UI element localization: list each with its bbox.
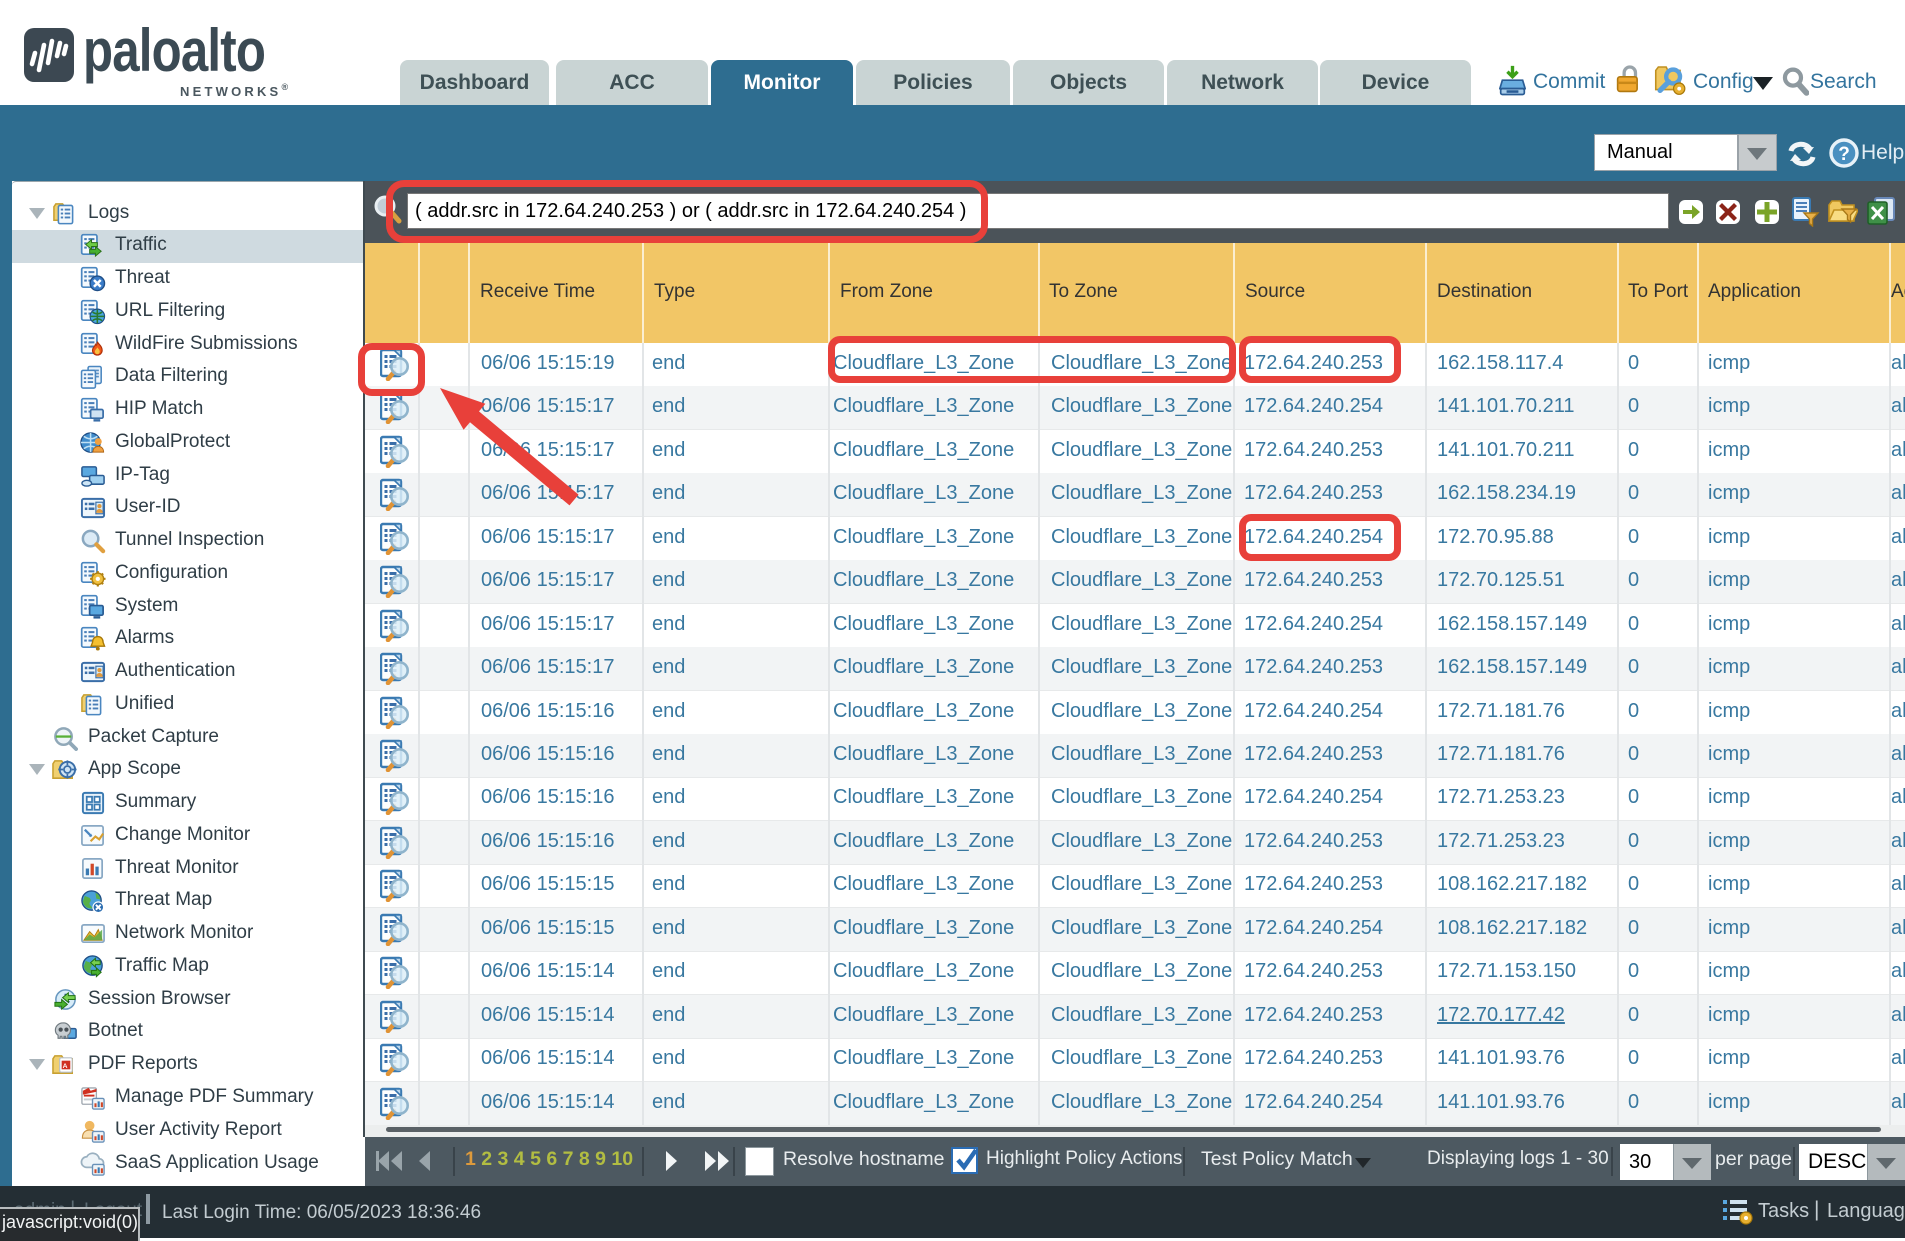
svg-text:?: ? bbox=[1838, 144, 1850, 165]
